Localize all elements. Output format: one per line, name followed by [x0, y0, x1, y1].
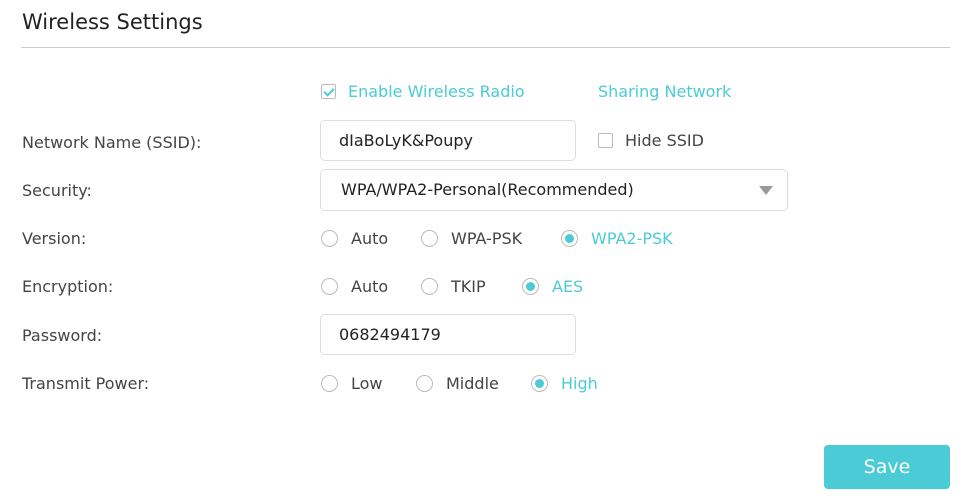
- sharing-network-link[interactable]: Sharing Network: [598, 82, 731, 101]
- page-title: Wireless Settings: [22, 10, 203, 34]
- encryption-aes-label[interactable]: AES: [552, 277, 583, 296]
- version-auto-radio[interactable]: [321, 230, 338, 247]
- power-high-label[interactable]: High: [561, 374, 598, 393]
- version-wpa-psk-label[interactable]: WPA-PSK: [451, 229, 522, 248]
- password-input[interactable]: 0682494179: [320, 314, 576, 355]
- transmit-power-label: Transmit Power:: [22, 374, 150, 393]
- hide-ssid-checkbox[interactable]: [598, 133, 613, 148]
- password-label: Password:: [22, 326, 103, 345]
- security-label: Security:: [22, 181, 92, 200]
- security-select[interactable]: WPA/WPA2-Personal(Recommended): [320, 169, 788, 211]
- title-divider: [21, 47, 950, 48]
- version-label: Version:: [22, 229, 87, 248]
- power-middle-label[interactable]: Middle: [446, 374, 499, 393]
- power-high-radio[interactable]: [531, 375, 548, 392]
- version-wpa-psk-radio[interactable]: [421, 230, 438, 247]
- enable-wireless-label[interactable]: Enable Wireless Radio: [348, 82, 525, 101]
- version-wpa2-psk-radio[interactable]: [561, 230, 578, 247]
- encryption-auto-label[interactable]: Auto: [351, 277, 388, 296]
- enable-wireless-checkbox[interactable]: [321, 84, 336, 99]
- encryption-tkip-label[interactable]: TKIP: [451, 277, 486, 296]
- ssid-input[interactable]: dIaBoLyK&Poupy: [320, 120, 576, 161]
- power-low-radio[interactable]: [321, 375, 338, 392]
- encryption-auto-radio[interactable]: [321, 278, 338, 295]
- save-button[interactable]: Save: [824, 445, 950, 489]
- version-auto-label[interactable]: Auto: [351, 229, 388, 248]
- hide-ssid-label[interactable]: Hide SSID: [625, 131, 704, 150]
- version-wpa2-psk-label[interactable]: WPA2-PSK: [591, 229, 673, 248]
- encryption-label: Encryption:: [22, 277, 114, 296]
- chevron-down-icon: [759, 186, 773, 195]
- encryption-tkip-radio[interactable]: [421, 278, 438, 295]
- encryption-aes-radio[interactable]: [522, 278, 539, 295]
- power-middle-radio[interactable]: [416, 375, 433, 392]
- power-low-label[interactable]: Low: [351, 374, 383, 393]
- ssid-label: Network Name (SSID):: [22, 133, 202, 152]
- security-value: WPA/WPA2-Personal(Recommended): [341, 180, 634, 199]
